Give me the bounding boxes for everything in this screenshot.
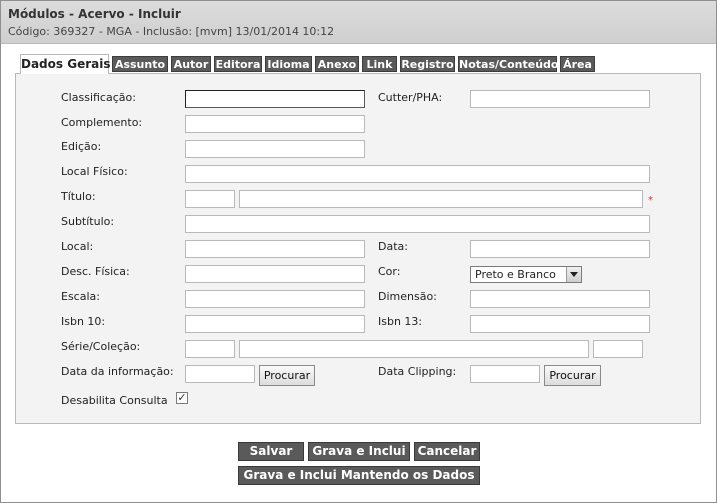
classificacao-label: Classificação:: [61, 91, 136, 104]
required-mark: *: [648, 195, 653, 206]
cancelar-button[interactable]: Cancelar: [414, 442, 480, 461]
tab-anexo[interactable]: Anexo: [315, 56, 359, 72]
classificacao-input[interactable]: [185, 90, 365, 108]
local-fisico-input[interactable]: [185, 165, 650, 183]
data-clipping-input[interactable]: [470, 365, 540, 383]
local-label: Local:: [61, 240, 94, 253]
desabilita-consulta-label: Desabilita Consulta: [61, 394, 168, 407]
cor-selected-value: Preto e Branco: [475, 268, 556, 281]
subtitulo-label: Subtítulo:: [61, 215, 115, 228]
desc-fisica-input[interactable]: [185, 265, 365, 283]
titulo-prefix-input[interactable]: [185, 190, 235, 208]
header-bar: Módulos - Acervo - Incluir Código: 36932…: [1, 1, 716, 44]
data-informacao-input[interactable]: [185, 365, 255, 383]
dimensao-input[interactable]: [470, 290, 650, 308]
data-clipping-label: Data Clipping:: [378, 365, 457, 378]
cutter-label: Cutter/PHA:: [378, 91, 443, 104]
cutter-input[interactable]: [470, 90, 650, 108]
procurar-data-informacao-button[interactable]: Procurar: [259, 365, 315, 386]
grava-inclui-button[interactable]: Grava e Inclui: [308, 442, 410, 461]
escala-input[interactable]: [185, 290, 365, 308]
tab-idioma[interactable]: Idioma: [265, 56, 312, 72]
data-informacao-label: Data da informação:: [61, 365, 174, 378]
data-label: Data:: [378, 240, 408, 253]
titulo-label: Título:: [61, 190, 96, 203]
complemento-input[interactable]: [185, 115, 365, 133]
serie-number-input[interactable]: [593, 340, 643, 358]
isbn13-label: Isbn 13:: [378, 315, 423, 328]
edicao-label: Edição:: [61, 140, 102, 153]
chevron-down-icon[interactable]: [566, 267, 581, 282]
subtitulo-input[interactable]: [185, 215, 650, 233]
tab-notas-conteudo[interactable]: Notas/Conteúdo: [458, 56, 558, 72]
tab-autor[interactable]: Autor: [171, 56, 211, 72]
complemento-label: Complemento:: [61, 116, 143, 129]
local-input[interactable]: [185, 240, 365, 258]
escala-label: Escala:: [61, 290, 100, 303]
isbn13-input[interactable]: [470, 315, 650, 333]
isbn10-input[interactable]: [185, 315, 365, 333]
serie-label: Série/Coleção:: [61, 340, 141, 353]
edicao-input[interactable]: [185, 140, 365, 158]
local-fisico-label: Local Físico:: [61, 165, 128, 178]
desabilita-consulta-checkbox[interactable]: ✓: [176, 392, 188, 404]
page-title: Módulos - Acervo - Incluir: [8, 7, 181, 21]
dimensao-label: Dimensão:: [378, 290, 437, 303]
tab-registro[interactable]: Registro: [400, 56, 455, 72]
window-frame: Módulos - Acervo - Incluir Código: 36932…: [0, 0, 717, 503]
salvar-button[interactable]: Salvar: [238, 442, 304, 461]
isbn10-label: Isbn 10:: [61, 315, 106, 328]
cor-select[interactable]: Preto e Branco: [470, 266, 582, 283]
titulo-input[interactable]: [239, 190, 643, 208]
serie-prefix-input[interactable]: [185, 340, 235, 358]
desc-fisica-label: Desc. Física:: [61, 265, 130, 278]
tab-dados-gerais[interactable]: Dados Gerais: [20, 54, 110, 74]
serie-input[interactable]: [239, 340, 589, 358]
procurar-data-clipping-button[interactable]: Procurar: [544, 365, 601, 386]
tab-editora[interactable]: Editora: [214, 56, 262, 72]
grava-inclui-mantendo-button[interactable]: Grava e Inclui Mantendo os Dados: [238, 466, 480, 485]
tab-assunto[interactable]: Assunto: [112, 56, 168, 72]
record-info: Código: 369327 - MGA - Inclusão: [mvm] 1…: [8, 25, 335, 38]
cor-label: Cor:: [378, 265, 401, 278]
data-input[interactable]: [470, 240, 650, 258]
tab-link[interactable]: Link: [362, 56, 397, 72]
tab-area[interactable]: Área: [560, 56, 595, 72]
